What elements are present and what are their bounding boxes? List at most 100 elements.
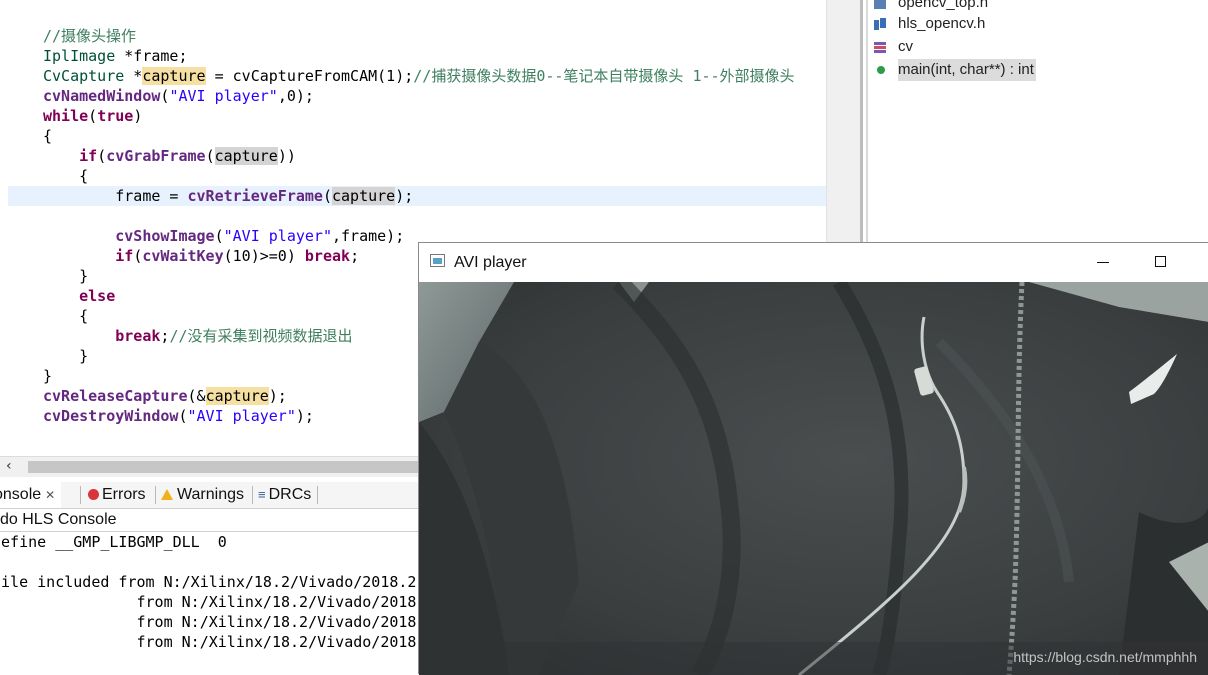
- code-token: ,0);: [277, 87, 314, 105]
- code-line[interactable]: CvCapture *capture = cvCaptureFromCAM(1)…: [8, 66, 795, 86]
- code-token: {: [43, 307, 89, 325]
- code-line[interactable]: cvNamedWindow("AVI player",0);: [8, 86, 314, 106]
- code-line[interactable]: //摄像头操作: [8, 26, 136, 46]
- outline-item-main[interactable]: main(int, char**) : int: [877, 59, 1036, 81]
- code-token: (: [322, 187, 332, 205]
- code-token: }: [43, 347, 89, 365]
- tab-errors-label: Errors: [102, 486, 146, 503]
- code-token: cvDestroyWindow: [43, 407, 179, 425]
- tab-console-label: onsole: [0, 486, 42, 503]
- avi-player-window[interactable]: AVI player https://blog.csdn.net/mmphhh: [418, 242, 1208, 675]
- code-line[interactable]: }: [8, 266, 88, 286]
- code-line[interactable]: [8, 426, 43, 446]
- minimize-button[interactable]: [1083, 249, 1123, 277]
- outline-item-cv[interactable]: cv: [874, 36, 915, 58]
- namespace-icon: [874, 41, 886, 53]
- console-line: from N:/Xilinx/18.2/Vivado/2018.2: [0, 593, 418, 611]
- code-token: //没有采集到视频数据退出: [169, 327, 353, 345]
- outline-item-opencv-top[interactable]: opencv_top.h: [874, 0, 990, 14]
- code-token: (: [97, 147, 107, 165]
- code-token: //捕获摄像头数据0--笔记本自带摄像头 1--外部摄像头: [413, 67, 795, 85]
- tab-warnings-label: Warnings: [177, 486, 244, 503]
- tab-errors[interactable]: Errors: [88, 482, 146, 508]
- tab-divider: [155, 486, 156, 504]
- code-token: cvRetrieveFrame: [187, 187, 323, 205]
- console-line: define __GMP_LIBGMP_DLL 0: [0, 533, 227, 551]
- tab-warnings[interactable]: Warnings: [161, 482, 244, 508]
- code-token: (: [205, 147, 215, 165]
- code-token: true: [97, 107, 134, 125]
- code-line[interactable]: {: [8, 126, 52, 146]
- code-token: else: [79, 287, 116, 305]
- code-token: break: [304, 247, 351, 265]
- scroll-left-arrow-icon[interactable]: ‹: [6, 458, 12, 474]
- code-line[interactable]: break;//没有采集到视频数据退出: [8, 326, 353, 346]
- code-token: = cvCaptureFromCAM(1);: [205, 67, 414, 85]
- code-token: (&: [187, 387, 206, 405]
- code-token: if: [79, 147, 98, 165]
- code-line[interactable]: while(true): [8, 106, 142, 126]
- console-output[interactable]: define __GMP_LIBGMP_DLL 0 file included f…: [0, 532, 418, 674]
- window-app-icon: [430, 254, 445, 267]
- tab-drcs[interactable]: ≡ DRCs: [258, 482, 311, 508]
- code-line[interactable]: }: [8, 346, 88, 366]
- code-token: cvNamedWindow: [43, 87, 161, 105]
- window-titlebar[interactable]: AVI player: [419, 243, 1208, 282]
- code-line[interactable]: IplImage *frame;: [8, 46, 188, 66]
- maximize-button[interactable]: [1141, 249, 1181, 277]
- editor-horizontal-scrollbar[interactable]: ‹: [0, 456, 418, 477]
- horizontal-scroll-thumb[interactable]: [28, 461, 418, 473]
- code-token: );: [268, 387, 287, 405]
- file-icon: [874, 0, 886, 9]
- tab-console[interactable]: onsole✕: [0, 482, 62, 508]
- code-token: cvReleaseCapture: [43, 387, 188, 405]
- code-line[interactable]: cvShowImage("AVI player",frame);: [8, 226, 404, 246]
- code-line[interactable]: if(cvGrabFrame(capture)): [8, 146, 296, 166]
- outline-item-label: cv: [898, 38, 913, 55]
- window-title: AVI player: [454, 254, 527, 271]
- code-token: break: [115, 327, 161, 345]
- code-line[interactable]: cvReleaseCapture(&capture);: [8, 386, 287, 406]
- tab-divider: [317, 486, 318, 504]
- code-token: if: [115, 247, 134, 265]
- code-token: frame =: [43, 187, 188, 205]
- code-token: ;: [350, 247, 360, 265]
- header-icon: [874, 18, 886, 30]
- console-line: from N:/Xilinx/18.2/Vivado/2018.2: [0, 633, 418, 651]
- code-token: capture: [332, 187, 396, 205]
- code-line[interactable]: {: [8, 166, 88, 186]
- code-token: ): [133, 107, 143, 125]
- drc-icon: ≡: [258, 487, 266, 502]
- code-line[interactable]: else: [8, 286, 115, 306]
- code-token: capture: [142, 67, 206, 85]
- code-line[interactable]: }: [8, 366, 52, 386]
- tab-divider: [252, 486, 253, 504]
- video-frame: https://blog.csdn.net/mmphhh: [419, 282, 1208, 675]
- console-line: from N:/Xilinx/18.2/Vivado/2018.2: [0, 613, 418, 631]
- code-line[interactable]: frame = cvRetrieveFrame(capture);: [8, 186, 861, 206]
- code-token: (: [214, 227, 224, 245]
- code-token: "AVI player": [187, 407, 296, 425]
- outline-item-hls-opencv[interactable]: hls_opencv.h: [874, 13, 987, 35]
- code-token: (10)>=0): [223, 247, 305, 265]
- outline-item-label: main(int, char**) : int: [898, 61, 1034, 78]
- code-token: {: [43, 167, 89, 185]
- close-icon[interactable]: ✕: [45, 488, 55, 502]
- code-line[interactable]: cvDestroyWindow("AVI player");: [8, 406, 314, 426]
- code-line[interactable]: [8, 206, 43, 226]
- code-token: IplImage: [43, 47, 116, 65]
- code-token: "AVI player": [169, 87, 278, 105]
- code-token: *frame;: [115, 47, 188, 65]
- code-line[interactable]: {: [8, 306, 88, 326]
- code-token: }: [43, 367, 53, 385]
- code-token: );: [395, 187, 414, 205]
- camera-image: [419, 282, 1208, 675]
- console-line: file included from N:/Xilinx/18.2/Vivado…: [0, 573, 417, 591]
- code-line[interactable]: if(cvWaitKey(10)>=0) break;: [8, 246, 359, 266]
- code-token: }: [43, 267, 89, 285]
